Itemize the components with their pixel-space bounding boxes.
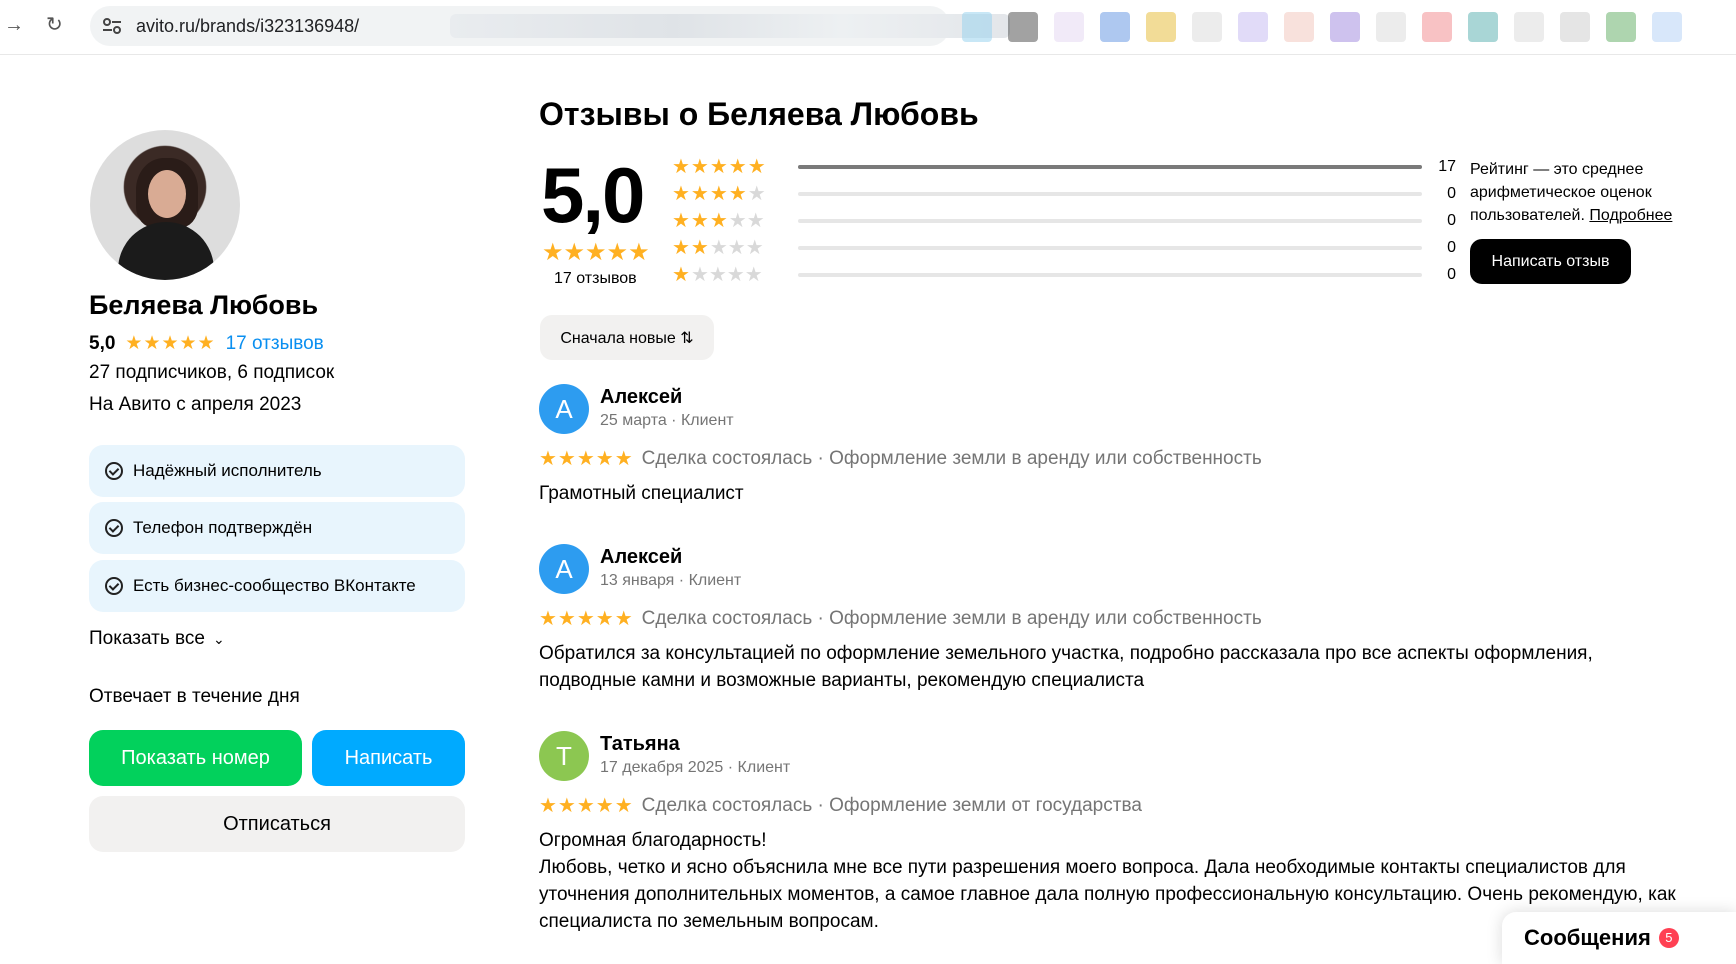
empty-star-icon: ★★★★ <box>690 264 763 286</box>
extension-icon[interactable] <box>1192 12 1222 42</box>
reload-icon[interactable]: ↻ <box>46 12 63 38</box>
messages-label: Сообщения <box>1524 925 1651 950</box>
messages-widget[interactable]: Сообщения 5 <box>1502 912 1736 964</box>
extension-icon[interactable] <box>1284 12 1314 42</box>
unread-badge: 5 <box>1658 928 1679 948</box>
url-text: avito.ru/brands/i323136948/ <box>136 16 360 36</box>
rating-distribution-row-5[interactable]: ★★★★★ 17 <box>672 155 1456 179</box>
forward-arrow-icon[interactable]: → <box>4 12 24 38</box>
review-text: Грамотный специалист <box>539 483 744 504</box>
extension-icon[interactable] <box>1376 12 1406 42</box>
reviewer-name[interactable]: Алексей <box>600 386 682 409</box>
extension-icon[interactable] <box>1054 12 1084 42</box>
star-icon: ★★★ <box>672 210 729 232</box>
rating-distribution-row-4[interactable]: ★★★★★ 0 <box>672 182 1456 206</box>
rating-count: 0 <box>1447 185 1456 202</box>
profile-followers[interactable]: 27 подписчиков, 6 подписок <box>89 362 334 384</box>
site-settings-icon[interactable] <box>102 17 122 35</box>
check-circle-icon <box>105 577 123 595</box>
chevron-down-icon: ⌄ <box>213 630 225 647</box>
review-date: 13 января · Клиент <box>600 572 742 589</box>
star-icon: ★★ <box>672 237 710 259</box>
empty-star-icon: ★★ <box>728 210 765 232</box>
extension-icon[interactable] <box>962 12 992 42</box>
extension-icon[interactable] <box>1560 12 1590 42</box>
review-date: 17 декабря 2025 · Клиент <box>600 759 791 776</box>
write-button[interactable]: Написать <box>312 730 465 786</box>
extension-icon[interactable] <box>1238 12 1268 42</box>
badge-vk-community[interactable]: Есть бизнес-сообщество ВКонтакте <box>89 560 465 612</box>
extension-icon[interactable] <box>1606 12 1636 42</box>
check-circle-icon <box>105 462 123 480</box>
star-icon: ★★★★ <box>672 183 748 205</box>
profile-rating-value: 5,0 <box>89 332 116 354</box>
write-review-button[interactable]: Написать отзыв <box>1470 239 1631 284</box>
rating-count: 0 <box>1447 212 1456 229</box>
badge-reliable[interactable]: Надёжный исполнитель <box>89 445 465 497</box>
rating-explanation: Рейтинг — это среднее арифметическое оце… <box>1470 158 1710 227</box>
badge-label: Надёжный исполнитель <box>133 461 322 480</box>
review-deal: ★★★★★ Сделка состоялась · Оформление зем… <box>539 446 1262 471</box>
review-text-line: Огромная благодарность! <box>539 830 767 851</box>
star-icon: ★★★★★ <box>672 156 767 178</box>
review-date: 25 марта · Клиент <box>600 412 734 429</box>
review-deal-text: Сделка состоялась · Оформление земли в а… <box>641 607 1262 629</box>
review-text: Обратился за консультацией по оформление… <box>539 643 1593 691</box>
average-rating: 5,0 <box>541 151 645 239</box>
extension-icon[interactable] <box>1100 12 1130 42</box>
extension-icon[interactable] <box>1330 12 1360 42</box>
empty-star-icon: ★ <box>747 183 766 205</box>
page-title: Отзывы о Беляева Любовь <box>539 96 979 132</box>
review-stars-icon: ★★★★★ <box>539 448 634 470</box>
rating-count: 17 <box>1438 158 1456 175</box>
rating-count: 0 <box>1447 239 1456 256</box>
extension-icon[interactable] <box>1146 12 1176 42</box>
profile-avatar <box>90 130 240 280</box>
review-deal: ★★★★★ Сделка состоялась · Оформление зем… <box>539 606 1262 631</box>
unsubscribe-button[interactable]: Отписаться <box>89 796 465 852</box>
review-stars-icon: ★★★★★ <box>539 608 634 630</box>
profile-rating: 5,0 ★★★★★ 17 отзывов <box>89 332 324 355</box>
show-all-label: Показать все <box>89 628 205 649</box>
reviewer-avatar[interactable]: Т <box>539 731 589 781</box>
rating-distribution-row-3[interactable]: ★★★★★ 0 <box>672 209 1456 233</box>
review-stars-icon: ★★★★★ <box>539 795 634 817</box>
profile-name: Беляева Любовь <box>89 290 319 320</box>
browser-toolbar: → ↻ avito.ru/brands/i323136948/ <box>0 0 1736 55</box>
profile-rating-stars-icon: ★★★★★ <box>125 333 216 354</box>
review-deal-text: Сделка состоялась · Оформление земли от … <box>641 794 1142 816</box>
reviewer-name[interactable]: Татьяна <box>600 733 680 756</box>
show-all-button[interactable]: Показать все ⌄ <box>89 628 225 650</box>
extension-icon[interactable] <box>1422 12 1452 42</box>
average-stars-icon: ★★★★★ <box>542 239 650 266</box>
review-deal: ★★★★★ Сделка состоялась · Оформление зем… <box>539 793 1142 818</box>
badge-label: Телефон подтверждён <box>133 518 313 537</box>
reviewer-avatar[interactable]: А <box>539 384 589 434</box>
star-icon: ★ <box>672 264 691 286</box>
rating-distribution-row-1[interactable]: ★★★★★ 0 <box>672 263 1456 287</box>
rating-count: 0 <box>1447 266 1456 283</box>
empty-star-icon: ★★★ <box>709 237 764 259</box>
show-number-button[interactable]: Показать номер <box>89 730 302 786</box>
rating-distribution-row-2[interactable]: ★★★★★ 0 <box>672 236 1456 260</box>
check-circle-icon <box>105 519 123 537</box>
badge-phone-verified[interactable]: Телефон подтверждён <box>89 502 465 554</box>
address-bar[interactable]: avito.ru/brands/i323136948/ <box>90 6 1010 46</box>
reviewer-name[interactable]: Алексей <box>600 546 682 569</box>
rating-more-link[interactable]: Подробнее <box>1589 207 1672 224</box>
review-deal-text: Сделка состоялась · Оформление земли в а… <box>641 447 1262 469</box>
badge-label: Есть бизнес-сообщество ВКонтакте <box>133 576 416 595</box>
extension-icon[interactable] <box>1008 12 1038 42</box>
url-blurred-region <box>450 14 1010 38</box>
extension-icon[interactable] <box>1468 12 1498 42</box>
response-time: Отвечает в течение дня <box>89 686 300 707</box>
sort-button[interactable]: Сначала новые ⇅ <box>540 315 714 360</box>
extension-icon[interactable] <box>1514 12 1544 42</box>
reviewer-avatar[interactable]: А <box>539 544 589 594</box>
review-count: 17 отзывов <box>554 270 637 287</box>
profile-since: На Авито с апреля 2023 <box>89 394 302 415</box>
extension-icon[interactable] <box>1652 12 1682 42</box>
extension-icons <box>962 10 1682 44</box>
profile-reviews-link[interactable]: 17 отзывов <box>226 333 324 355</box>
